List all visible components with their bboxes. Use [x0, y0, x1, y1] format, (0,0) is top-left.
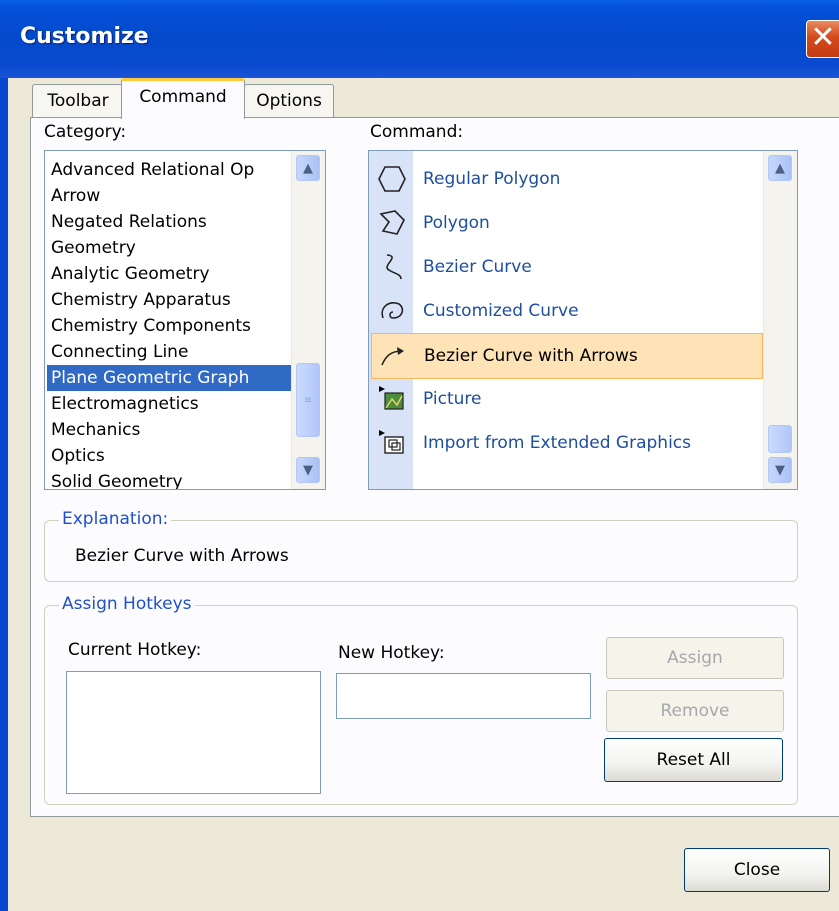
- category-scrollbar[interactable]: ▲ ≡ ▼: [291, 151, 325, 489]
- import-graphics-icon: [379, 430, 404, 454]
- scroll-up-button[interactable]: ▲: [768, 155, 792, 181]
- new-hotkey-input[interactable]: [336, 673, 591, 719]
- command-item[interactable]: Import from Extended Graphics: [371, 421, 761, 465]
- scroll-up-button[interactable]: ▲: [296, 155, 320, 181]
- category-item[interactable]: Negated Relations: [51, 209, 207, 235]
- tab-command[interactable]: Command: [121, 78, 245, 119]
- command-item[interactable]: Bezier Curve: [371, 245, 761, 289]
- chevron-down-icon: ▼: [775, 463, 785, 478]
- command-label: Command:: [370, 122, 464, 142]
- command-item[interactable]: Polygon: [371, 201, 761, 245]
- category-listbox[interactable]: Advanced Relational Op Arrow Negated Rel…: [44, 150, 326, 490]
- category-item[interactable]: Geometry: [51, 235, 136, 261]
- category-item[interactable]: Arrow: [51, 183, 100, 209]
- window-frame-left: [0, 78, 8, 911]
- command-item-label: Regular Polygon: [423, 169, 561, 189]
- command-listbox[interactable]: Regular Polygon Polygon Bezier Curve Cus…: [368, 150, 798, 490]
- remove-button[interactable]: Remove: [606, 690, 784, 732]
- hexagon-icon: [378, 166, 406, 192]
- window-close-button[interactable]: ✕: [806, 20, 839, 58]
- curve-arrow-icon: [381, 347, 404, 366]
- tab-options[interactable]: Options: [244, 84, 334, 118]
- close-button[interactable]: Close: [684, 848, 830, 892]
- scroll-thumb[interactable]: ≡: [296, 363, 320, 437]
- current-hotkey-label: Current Hotkey:: [68, 640, 202, 660]
- category-item[interactable]: Analytic Geometry: [51, 261, 210, 287]
- chevron-down-icon: ▼: [303, 463, 313, 478]
- category-item[interactable]: Electromagnetics: [51, 391, 199, 417]
- explanation-text: Bezier Curve with Arrows: [75, 546, 289, 566]
- category-item[interactable]: Optics: [51, 443, 105, 469]
- reset-all-button[interactable]: Reset All: [604, 738, 783, 782]
- scroll-thumb[interactable]: [768, 425, 792, 453]
- command-item-label: Customized Curve: [423, 301, 579, 321]
- new-hotkey-label: New Hotkey:: [338, 643, 445, 663]
- assign-hotkeys-title: Assign Hotkeys: [59, 594, 195, 614]
- category-label: Category:: [44, 122, 127, 142]
- category-item-selected[interactable]: Plane Geometric Graph: [47, 365, 291, 391]
- command-item-selected[interactable]: Bezier Curve with Arrows: [371, 333, 763, 379]
- command-item[interactable]: Regular Polygon: [371, 157, 761, 201]
- category-item[interactable]: Advanced Relational Op: [51, 157, 254, 183]
- chevron-up-icon: ▲: [775, 161, 785, 176]
- command-item[interactable]: Customized Curve: [371, 289, 761, 333]
- category-item[interactable]: Mechanics: [51, 417, 140, 443]
- command-item[interactable]: Picture: [371, 377, 761, 421]
- picture-icon: [379, 386, 404, 410]
- command-item-label: Picture: [423, 389, 482, 409]
- command-item-label: Bezier Curve with Arrows: [424, 346, 638, 366]
- chevron-up-icon: ▲: [303, 161, 313, 176]
- command-scrollbar[interactable]: ▲ ▼: [763, 151, 797, 489]
- close-icon: ✕: [810, 20, 836, 55]
- current-hotkey-list[interactable]: [66, 671, 321, 794]
- category-item[interactable]: Connecting Line: [51, 339, 188, 365]
- category-item[interactable]: Chemistry Components: [51, 313, 251, 339]
- explanation-title: Explanation:: [59, 509, 172, 529]
- command-item-label: Bezier Curve: [423, 257, 532, 277]
- tab-toolbar[interactable]: Toolbar: [32, 84, 124, 118]
- assign-button[interactable]: Assign: [606, 637, 784, 679]
- customized-curve-icon: [381, 302, 404, 319]
- scroll-down-button[interactable]: ▼: [296, 457, 320, 483]
- category-item[interactable]: Chemistry Apparatus: [51, 287, 231, 313]
- scroll-down-button[interactable]: ▼: [768, 457, 792, 483]
- category-item[interactable]: Solid Geometry: [51, 469, 183, 489]
- window-title: Customize: [20, 24, 149, 49]
- polygon-icon: [379, 210, 405, 235]
- command-item-label: Polygon: [423, 213, 490, 233]
- bezier-curve-icon: [386, 254, 402, 280]
- command-item-label: Import from Extended Graphics: [423, 433, 692, 453]
